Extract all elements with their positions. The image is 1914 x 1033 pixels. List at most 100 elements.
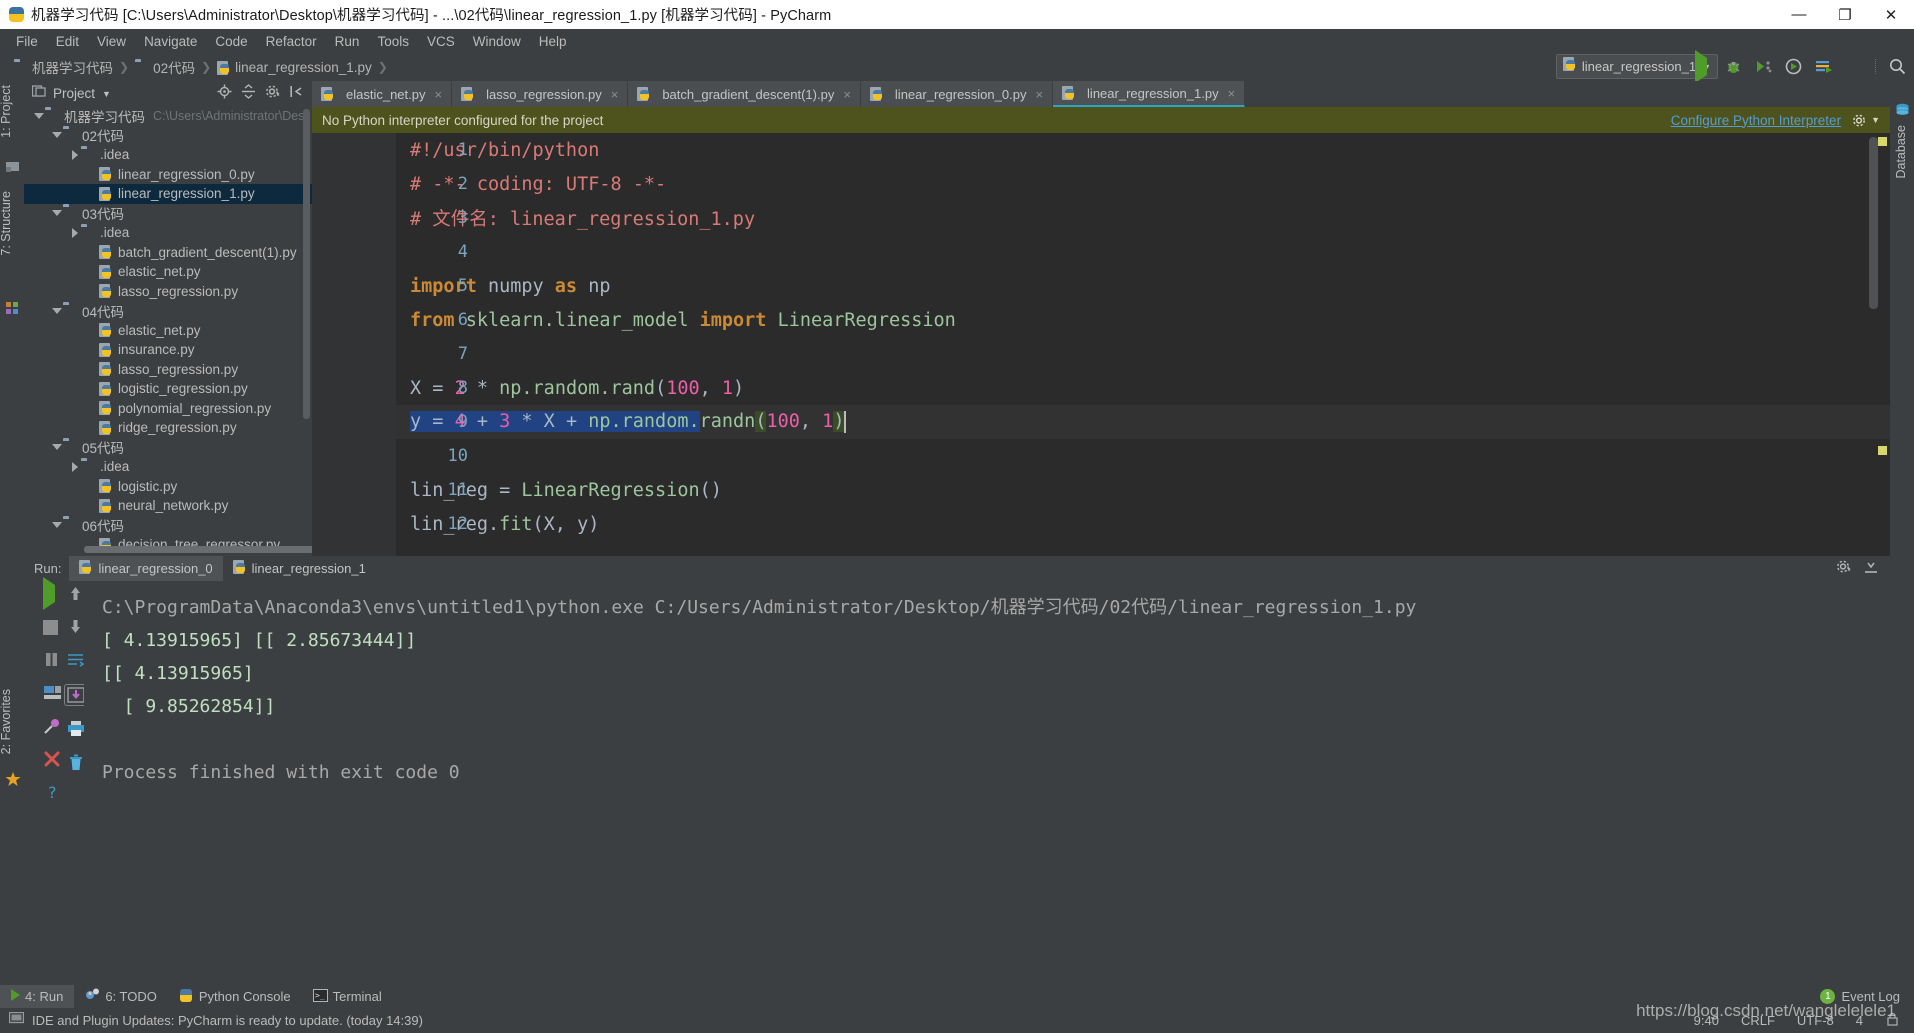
tree-node[interactable]: insurance.py (24, 340, 312, 360)
event-log-label[interactable]: Event Log (1841, 989, 1900, 1004)
chevron-down-icon[interactable] (50, 132, 63, 139)
tree-node[interactable]: lasso_regression.py (24, 360, 312, 380)
tree-node[interactable]: 机器学习代码 C:\Users\Administrator\Des (24, 106, 312, 126)
locate-icon[interactable] (217, 84, 232, 104)
toolwindow-python-console[interactable]: Python Console (168, 985, 302, 1008)
stop-icon[interactable] (42, 618, 62, 637)
chevron-down-icon[interactable] (50, 210, 63, 217)
close-button[interactable]: ✕ (1868, 0, 1914, 29)
chevron-right-icon[interactable] (68, 227, 81, 238)
tree-node[interactable]: polynomial_regression.py (24, 399, 312, 419)
menu-navigate[interactable]: Navigate (135, 32, 206, 51)
debug-icon[interactable] (1725, 58, 1742, 75)
close-icon[interactable]: × (1035, 87, 1043, 102)
menu-view[interactable]: View (88, 32, 135, 51)
code-editor[interactable]: 1 #!/usr/bin/python 2 # -*- coding: UTF-8 -… (312, 133, 1890, 556)
chevron-right-icon[interactable] (68, 461, 81, 472)
menu-edit[interactable]: Edit (47, 32, 88, 51)
run-configuration-selector[interactable]: linear_regression_1 ▼ (1555, 54, 1718, 79)
database-icon[interactable] (1895, 103, 1910, 118)
close-icon[interactable]: × (1228, 86, 1236, 101)
structure-small-icon[interactable] (5, 301, 20, 316)
menu-tools[interactable]: Tools (368, 32, 418, 51)
code-line[interactable]: 11 lin_reg = LinearRegression() (396, 473, 1890, 507)
star-icon[interactable] (5, 771, 21, 786)
tree-node[interactable]: elastic_net.py (24, 321, 312, 341)
code-line[interactable]: 12 lin_reg.fit(X, y) (396, 507, 1890, 541)
trash-icon[interactable] (67, 753, 86, 772)
edit-configurations-icon[interactable] (1815, 58, 1832, 75)
code-line[interactable]: 3 # 文件名: linear_regression_1.py (396, 201, 1890, 235)
down-icon[interactable] (67, 618, 86, 637)
tree-node[interactable]: linear_regression_0.py (24, 165, 312, 185)
line-separator[interactable]: CRLF (1741, 1013, 1775, 1028)
tree-node[interactable]: lasso_regression.py (24, 282, 312, 302)
tree-vertical-scrollbar[interactable] (303, 109, 310, 419)
chevron-down-icon[interactable] (32, 112, 45, 119)
breadcrumb-item-folder[interactable]: 02代码 (135, 57, 195, 77)
chevron-down-icon[interactable] (50, 522, 63, 529)
hide-icon[interactable] (290, 84, 303, 104)
menu-vcs[interactable]: VCS (418, 32, 464, 51)
chevron-right-icon[interactable] (68, 149, 81, 160)
editor-tab-2[interactable]: batch_gradient_descent(1).py × (628, 81, 861, 107)
menu-refactor[interactable]: Refactor (257, 32, 326, 51)
project-structure-small-icon[interactable] (5, 159, 20, 174)
code-line[interactable]: 10 (396, 439, 1890, 473)
tree-node[interactable]: 03代码 (24, 204, 312, 224)
soft-wrap-icon[interactable] (67, 651, 86, 670)
menu-file[interactable]: File (7, 32, 47, 51)
chevron-down-icon[interactable] (50, 444, 63, 451)
close-icon[interactable] (43, 750, 62, 769)
console-icon[interactable] (43, 684, 62, 703)
sidebar-item-project[interactable]: 1: Project (0, 85, 23, 138)
tree-node[interactable]: .idea (24, 145, 312, 165)
tree-node[interactable]: 04代码 (24, 301, 312, 321)
indent-setting[interactable]: 4 (1856, 1013, 1863, 1028)
code-text[interactable]: from sklearn.linear_model import LinearR… (396, 310, 956, 331)
sidebar-item-database[interactable]: Database (1894, 125, 1914, 179)
menu-help[interactable]: Help (530, 32, 576, 51)
code-line[interactable]: 1 #!/usr/bin/python (396, 133, 1890, 167)
breadcrumb-item-file[interactable]: linear_regression_1.py (217, 60, 372, 75)
sidebar-item-structure[interactable]: 7: Structure (0, 191, 23, 256)
run-console-output[interactable]: C:\ProgramData\Anaconda3\envs\untitled1\… (84, 581, 1890, 968)
editor-tab-4[interactable]: linear_regression_1.py × (1053, 81, 1246, 107)
close-icon[interactable]: × (611, 87, 619, 102)
editor-gutter[interactable] (312, 133, 396, 556)
run-icon[interactable] (1695, 50, 1712, 83)
rerun-icon[interactable] (42, 577, 62, 610)
hide-icon[interactable] (1864, 559, 1878, 579)
pause-icon[interactable] (43, 651, 62, 670)
tree-node[interactable]: linear_regression_1.py (24, 184, 312, 204)
code-line[interactable]: 2 # -*- coding: UTF-8 -*- (396, 167, 1890, 201)
tree-node[interactable]: 06代码 (24, 516, 312, 536)
configure-interpreter-link[interactable]: Configure Python Interpreter (1671, 113, 1841, 128)
minimize-button[interactable]: — (1776, 0, 1822, 29)
toolwindow-terminal[interactable]: >_ Terminal (302, 985, 393, 1008)
editor-tab-1[interactable]: lasso_regression.py × (452, 81, 629, 107)
project-tree[interactable]: 机器学习代码 C:\Users\Administrator\Des 02代码 .ide… (24, 106, 312, 559)
toolwindow-todo[interactable]: 6: TODO (74, 985, 168, 1008)
run-tab-0[interactable]: linear_regression_0 (69, 556, 223, 581)
profile-icon[interactable] (1785, 58, 1802, 75)
lock-icon[interactable] (1885, 1012, 1900, 1029)
tree-node[interactable]: ridge_regression.py (24, 418, 312, 438)
pin-icon[interactable] (43, 717, 62, 736)
tree-node[interactable]: elastic_net.py (24, 262, 312, 282)
chevron-down-icon[interactable] (50, 307, 63, 314)
editor-tab-3[interactable]: linear_regression_0.py × (860, 81, 1054, 107)
print-icon[interactable] (67, 720, 86, 739)
code-line[interactable]: 9y = 4 + 3 * X + np.random.randn(100, 1) (396, 405, 1890, 439)
stop-icon[interactable] (1845, 58, 1862, 75)
status-message[interactable]: IDE and Plugin Updates: PyCharm is ready… (32, 1013, 423, 1028)
tree-node[interactable]: .idea (24, 457, 312, 477)
file-encoding[interactable]: UTF-8 (1797, 1013, 1834, 1028)
code-line[interactable]: 8X = 2 * np.random.rand(100, 1) (396, 371, 1890, 405)
close-icon[interactable]: × (843, 87, 851, 102)
tree-node[interactable]: 02代码 (24, 126, 312, 146)
editor-scrollbar[interactable] (1869, 137, 1878, 309)
sidebar-item-favorites[interactable]: 2: Favorites (0, 689, 23, 754)
menu-window[interactable]: Window (464, 32, 530, 51)
run-tab-1[interactable]: linear_regression_1 (223, 556, 376, 581)
